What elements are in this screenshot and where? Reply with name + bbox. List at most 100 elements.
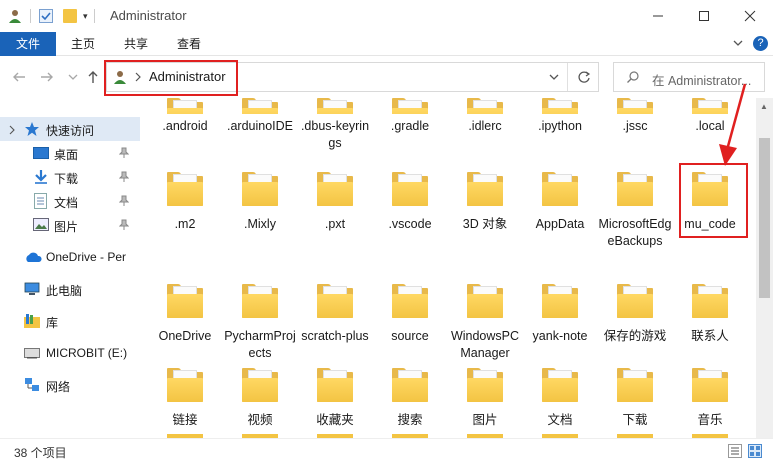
nav-network[interactable]: 网络 bbox=[0, 373, 140, 397]
file-item[interactable]: MicrosoftEdgeBackups bbox=[598, 166, 672, 250]
file-item[interactable]: .idlerc bbox=[448, 98, 522, 135]
file-item[interactable]: source bbox=[373, 278, 447, 345]
file-item[interactable]: 保存的游戏 bbox=[598, 278, 672, 345]
file-item[interactable]: scratch-plus bbox=[298, 278, 372, 345]
pin-icon[interactable] bbox=[118, 195, 130, 207]
folder-icon bbox=[240, 362, 280, 406]
help-icon[interactable]: ? bbox=[753, 36, 768, 51]
file-item[interactable]: .pxt bbox=[298, 166, 372, 233]
annotation-highlight-address bbox=[104, 60, 238, 96]
back-button[interactable] bbox=[10, 69, 28, 87]
file-item[interactable]: OneDrive bbox=[148, 278, 222, 345]
nav-label: 图片 bbox=[54, 220, 79, 234]
file-item[interactable]: WindowsPCManager bbox=[448, 278, 522, 362]
nav-pictures[interactable]: 图片 bbox=[0, 213, 140, 237]
file-item[interactable]: .local bbox=[673, 98, 747, 135]
file-item[interactable]: .arduinoIDE bbox=[223, 98, 297, 135]
folder-icon bbox=[465, 98, 505, 114]
nav-quick-access[interactable]: 快速访问 bbox=[0, 117, 140, 141]
tab-file[interactable]: 文件 bbox=[0, 32, 56, 56]
details-view-icon[interactable] bbox=[728, 444, 742, 458]
pin-icon[interactable] bbox=[118, 147, 130, 159]
file-item[interactable]: yank-note bbox=[523, 278, 597, 345]
file-item[interactable]: PycharmProjects bbox=[223, 278, 297, 362]
file-item[interactable]: 收藏夹 bbox=[298, 362, 372, 429]
nav-documents[interactable]: 文档 bbox=[0, 189, 140, 213]
maximize-button[interactable] bbox=[681, 0, 727, 32]
file-item[interactable]: .m2 bbox=[148, 166, 222, 233]
expand-ribbon-icon[interactable] bbox=[730, 35, 746, 51]
file-name: 联系人 bbox=[691, 329, 729, 343]
large-icons-view-icon[interactable] bbox=[748, 444, 762, 458]
status-bar: 38 个项目 bbox=[0, 438, 773, 462]
file-item[interactable]: 下载 bbox=[598, 362, 672, 429]
customize-toolbar-icon[interactable]: ▾ bbox=[83, 11, 88, 22]
nav-downloads[interactable]: 下载 bbox=[0, 165, 140, 189]
search-icon bbox=[626, 70, 640, 84]
nav-label: 桌面 bbox=[54, 148, 79, 162]
nav-desktop[interactable]: 桌面 bbox=[0, 141, 140, 165]
folder-icon bbox=[615, 98, 655, 114]
close-button[interactable] bbox=[727, 0, 773, 32]
file-item[interactable]: .dbus-keyrings bbox=[298, 98, 372, 152]
folder-icon bbox=[465, 362, 505, 406]
file-item[interactable]: AppData bbox=[523, 166, 597, 233]
file-name: .pxt bbox=[324, 217, 346, 231]
folder-icon bbox=[165, 98, 205, 114]
file-name: .jssc bbox=[622, 119, 648, 133]
file-item[interactable]: 链接 bbox=[148, 362, 222, 429]
onedrive-icon bbox=[24, 251, 42, 263]
folder-icon bbox=[615, 362, 655, 406]
file-item[interactable]: 搜索 bbox=[373, 362, 447, 429]
file-name: .android bbox=[162, 119, 208, 133]
minimize-button[interactable] bbox=[635, 0, 681, 32]
properties-icon[interactable] bbox=[39, 9, 53, 23]
file-item[interactable]: 视频 bbox=[223, 362, 297, 429]
recent-locations-button[interactable] bbox=[64, 69, 82, 87]
file-item[interactable]: 联系人 bbox=[673, 278, 747, 345]
pin-icon[interactable] bbox=[118, 171, 130, 183]
nav-this-pc[interactable]: 此电脑 bbox=[0, 277, 140, 301]
pin-icon[interactable] bbox=[118, 219, 130, 231]
title-bar: ▾ Administrator bbox=[0, 0, 773, 32]
folder-icon bbox=[390, 166, 430, 210]
file-item[interactable]: .ipython bbox=[523, 98, 597, 135]
file-item[interactable]: .Mixly bbox=[223, 166, 297, 233]
file-name: scratch-plus bbox=[301, 329, 369, 343]
file-item[interactable]: 音乐 bbox=[673, 362, 747, 429]
refresh-icon[interactable] bbox=[577, 70, 591, 84]
folder-icon bbox=[615, 278, 655, 322]
folder-icon bbox=[390, 98, 430, 114]
address-dropdown-icon[interactable] bbox=[547, 70, 561, 84]
tab-view[interactable]: 查看 bbox=[168, 32, 210, 56]
file-item[interactable]: .gradle bbox=[373, 98, 447, 135]
folder-icon bbox=[315, 362, 355, 406]
vertical-scrollbar[interactable]: ▲ bbox=[756, 98, 773, 438]
folder-icon bbox=[465, 166, 505, 210]
file-item[interactable]: 文档 bbox=[523, 362, 597, 429]
file-item[interactable]: 3D 对象 bbox=[448, 166, 522, 233]
file-item[interactable]: .android bbox=[148, 98, 222, 135]
folder-icon bbox=[315, 166, 355, 210]
folder-icon bbox=[315, 98, 355, 114]
new-folder-icon[interactable] bbox=[63, 9, 77, 23]
forward-button[interactable] bbox=[38, 69, 56, 87]
file-item[interactable]: .vscode bbox=[373, 166, 447, 233]
nav-label: 文档 bbox=[54, 196, 79, 210]
nav-libraries[interactable]: 库 bbox=[0, 309, 140, 333]
nav-label: 网络 bbox=[46, 380, 71, 394]
nav-microbit-drive[interactable]: MICROBIT (E:) bbox=[0, 341, 140, 365]
file-name: source bbox=[391, 329, 429, 343]
tab-home[interactable]: 主页 bbox=[62, 32, 104, 56]
file-name: .Mixly bbox=[244, 217, 276, 231]
file-item[interactable]: 图片 bbox=[448, 362, 522, 429]
file-item[interactable]: .jssc bbox=[598, 98, 672, 135]
tab-share[interactable]: 共享 bbox=[114, 32, 158, 56]
folder-icon bbox=[165, 278, 205, 322]
nav-onedrive[interactable]: OneDrive - Per bbox=[0, 245, 140, 269]
scroll-up-icon[interactable]: ▲ bbox=[760, 102, 768, 111]
scrollbar-thumb[interactable] bbox=[759, 138, 770, 298]
folder-icon bbox=[690, 98, 730, 114]
up-button[interactable] bbox=[84, 69, 102, 87]
file-name: 搜索 bbox=[397, 413, 423, 427]
